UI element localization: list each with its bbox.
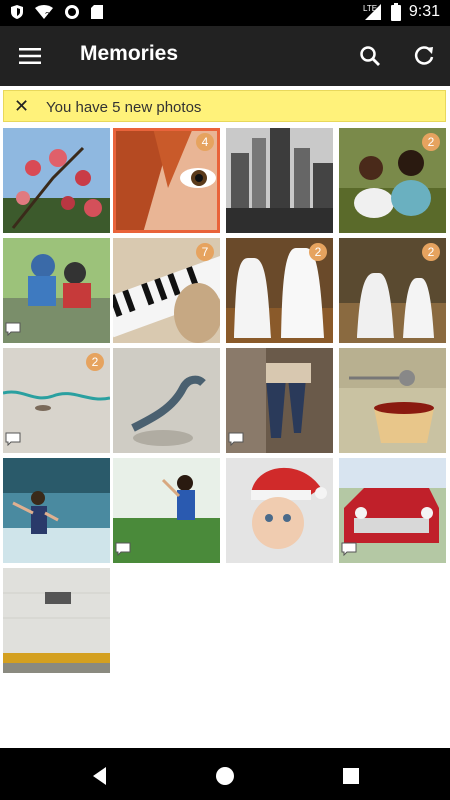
count-badge: 2 [309,243,327,261]
system-nav-bar [0,748,450,800]
photo-woman-legs[interactable] [226,348,333,453]
status-bar: ? LTE 9:31 [0,0,450,26]
circle-icon [64,4,80,20]
photo-kids-water[interactable] [3,238,110,343]
close-icon[interactable]: ✕ [14,96,29,117]
photo-flowers[interactable] [3,128,110,233]
back-icon[interactable] [88,764,112,788]
count-badge: 2 [422,133,440,151]
photo-white-wall[interactable] [3,568,110,673]
page-title: Memories [80,42,179,65]
photo-eye-closeup[interactable]: 4 [113,128,220,233]
comment-icon [341,542,357,561]
home-icon[interactable] [213,764,237,788]
photo-ghosts-park[interactable]: 2 [339,238,446,343]
photo-beach-rope[interactable]: 2 [3,348,110,453]
new-photos-banner[interactable]: ✕ You have 5 new photos [3,90,446,122]
comment-icon [228,432,244,451]
clock: 9:31 [408,3,440,20]
hamburger-menu-icon[interactable] [12,38,48,74]
photo-red-car[interactable] [339,458,446,563]
comment-icon [5,432,21,451]
search-icon[interactable] [352,38,388,74]
photo-girls-sitting[interactable]: 2 [339,128,446,233]
photo-girl-ocean[interactable] [3,458,110,563]
comment-icon [5,322,21,341]
photo-baby-santa-hat[interactable] [226,458,333,563]
wifi-question-icon: ? [34,4,54,20]
photo-sand-driftwood[interactable] [113,348,220,453]
refresh-icon[interactable] [406,38,442,74]
comment-icon [115,542,131,561]
shield-icon [10,4,24,20]
count-badge: 2 [422,243,440,261]
lte-icon: LTE [363,3,383,21]
count-badge: 7 [196,243,214,261]
count-badge: 4 [196,133,214,151]
svg-text:?: ? [45,11,50,20]
banner-message: You have 5 new photos [46,99,202,116]
photo-ghosts-forest[interactable]: 2 [226,238,333,343]
photo-woman-nature[interactable] [113,458,220,563]
recents-icon[interactable] [339,764,363,788]
app-bar: Memories [0,26,450,86]
photo-piano[interactable]: 7 [113,238,220,343]
sd-card-icon [90,4,104,20]
photo-city-skyline[interactable] [226,128,333,233]
photo-tea-cup[interactable] [339,348,446,453]
count-badge: 2 [86,353,104,371]
battery-icon [390,3,401,21]
